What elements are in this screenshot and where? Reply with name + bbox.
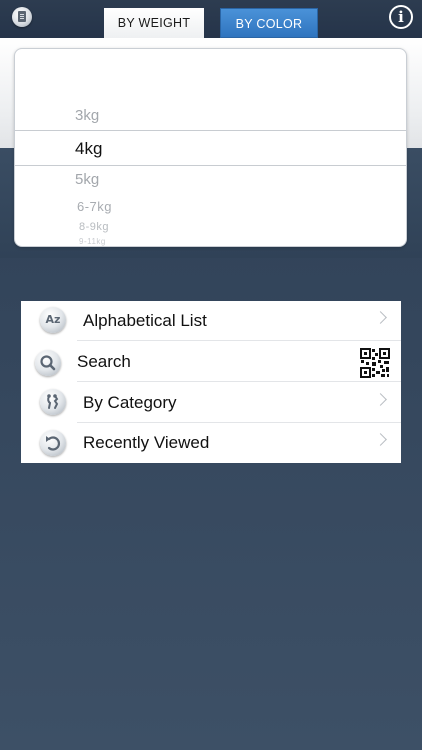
az-icon-text: Az <box>45 313 61 326</box>
row-divider <box>77 340 401 341</box>
menu-item-label: Search <box>77 352 131 371</box>
top-bar <box>0 0 422 38</box>
main-menu: Az Alphabetical List Search By Category … <box>21 301 401 463</box>
menu-item-recently-viewed[interactable]: Recently Viewed <box>21 423 401 463</box>
document-icon[interactable] <box>12 7 32 27</box>
chevron-right-icon <box>374 433 387 446</box>
row-divider <box>77 381 401 382</box>
az-icon: Az <box>40 307 66 333</box>
picker-option[interactable]: 6-7kg <box>77 199 112 214</box>
search-icon <box>35 350 61 376</box>
info-icon[interactable]: i <box>389 5 413 29</box>
menu-item-label: Recently Viewed <box>83 433 210 452</box>
chevron-right-icon <box>374 311 387 324</box>
menu-item-by-category[interactable]: By Category <box>21 383 401 423</box>
history-icon <box>40 430 66 456</box>
chevron-right-icon <box>374 393 387 406</box>
menu-item-alphabetical-list[interactable]: Az Alphabetical List <box>21 301 401 341</box>
picker-selection-top-line <box>15 130 406 131</box>
menu-item-search[interactable]: Search <box>21 342 401 382</box>
picker-selection-bottom-line <box>15 165 406 166</box>
tab-by-weight[interactable]: BY WEIGHT <box>104 8 204 38</box>
menu-item-label: Alphabetical List <box>83 311 207 330</box>
category-icon <box>40 389 66 415</box>
tab-by-color[interactable]: BY COLOR <box>220 8 318 38</box>
picker-option[interactable]: 8-9kg <box>79 221 109 233</box>
picker-option[interactable]: 5kg <box>75 171 99 188</box>
picker-option-selected[interactable]: 4kg <box>75 139 102 159</box>
picker-option[interactable]: 3kg <box>75 107 99 124</box>
weight-picker[interactable]: 3kg 4kg 5kg 6-7kg 8-9kg 9-11kg <box>14 48 407 247</box>
picker-option[interactable]: 9-11kg <box>79 237 106 246</box>
menu-item-label: By Category <box>83 393 177 412</box>
qr-code-icon[interactable] <box>360 348 390 378</box>
